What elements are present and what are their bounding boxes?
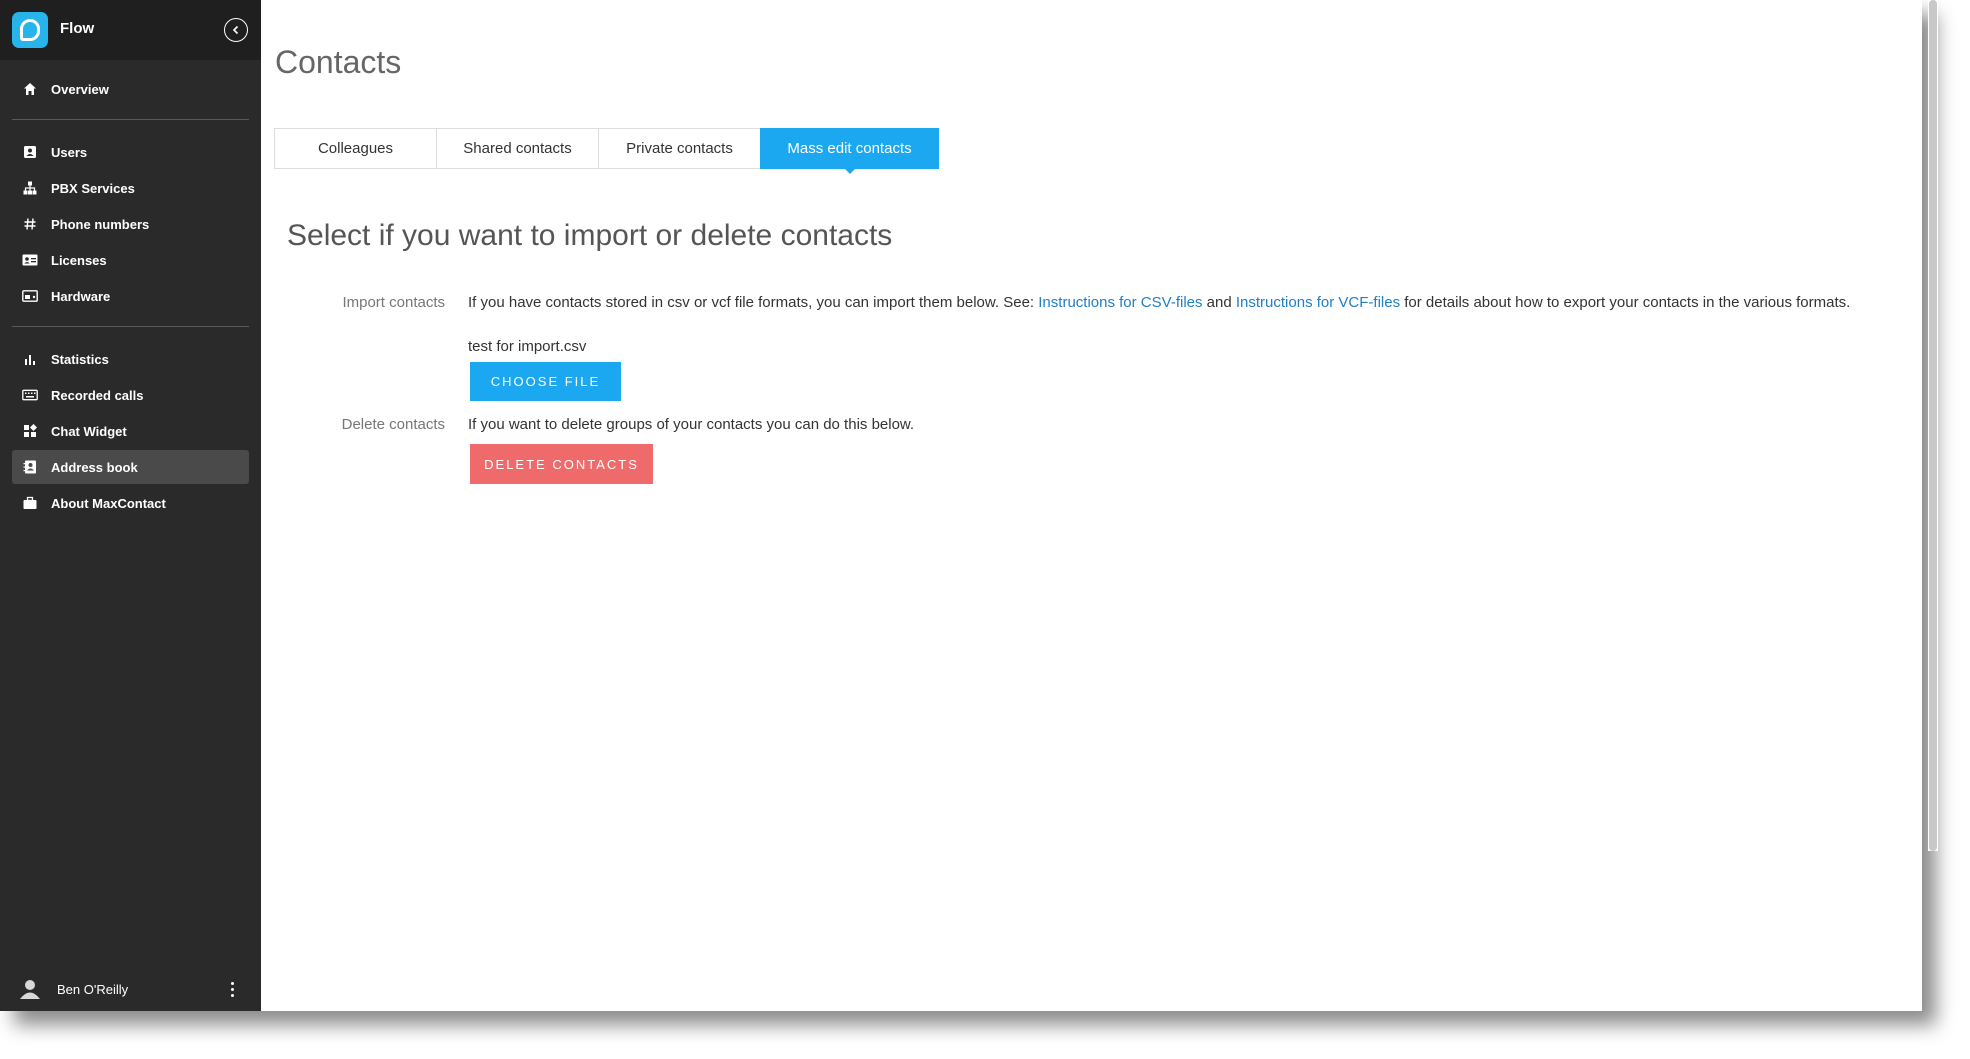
sidebar-item-label: About MaxContact bbox=[51, 495, 166, 511]
import-contacts-label: Import contacts bbox=[342, 294, 445, 311]
user-avatar-icon bbox=[19, 978, 41, 1000]
sidebar-item-label: Users bbox=[51, 144, 88, 160]
app-logo bbox=[12, 12, 48, 48]
collapse-sidebar-button[interactable] bbox=[224, 18, 248, 42]
address-book-icon bbox=[22, 459, 38, 475]
sidebar-item-label: Recorded calls bbox=[51, 387, 144, 403]
tab-mass-edit-contacts[interactable]: Mass edit contacts bbox=[760, 128, 939, 174]
user-footer: Ben O'Reilly bbox=[0, 970, 261, 1010]
selected-file-name: test for import.csv bbox=[468, 338, 587, 355]
sidebar-item-pbx-services[interactable]: PBX Services bbox=[12, 171, 249, 205]
sidebar-item-phone-numbers[interactable]: Phone numbers bbox=[12, 207, 249, 241]
sidebar-item-licenses[interactable]: Licenses bbox=[12, 243, 249, 277]
sidebar-item-label: PBX Services bbox=[51, 180, 135, 196]
briefcase-icon bbox=[22, 495, 38, 511]
id-card-icon bbox=[22, 252, 38, 268]
sidebar-item-address-book[interactable]: Address book bbox=[12, 450, 249, 484]
import-text-and: and bbox=[1202, 294, 1236, 311]
delete-description: If you want to delete groups of your con… bbox=[468, 416, 915, 433]
tab-private-contacts[interactable]: Private contacts bbox=[598, 128, 761, 169]
vcf-instructions-link[interactable]: Instructions for VCF-files bbox=[1236, 294, 1400, 311]
import-text-after: for details about how to export your con… bbox=[1400, 294, 1851, 311]
import-text-before: If you have contacts stored in csv or vc… bbox=[468, 294, 1039, 311]
import-description: If you have contacts stored in csv or vc… bbox=[468, 293, 1908, 313]
contact-card-icon bbox=[22, 144, 38, 160]
sidebar: Flow Overview Users PBX Services Phone n… bbox=[0, 0, 261, 1011]
sidebar-item-label: Phone numbers bbox=[51, 216, 150, 232]
bar-chart-icon bbox=[22, 351, 38, 367]
sidebar-item-label: Licenses bbox=[51, 252, 107, 268]
page-title: Contacts bbox=[275, 44, 402, 80]
home-icon bbox=[22, 81, 38, 97]
tab-colleagues[interactable]: Colleagues bbox=[274, 128, 437, 169]
user-name: Ben O'Reilly bbox=[57, 982, 129, 997]
hash-icon bbox=[22, 216, 38, 232]
sidebar-item-overview[interactable]: Overview bbox=[12, 72, 249, 106]
delete-contacts-label: Delete contacts bbox=[341, 416, 445, 433]
app-window: Flow Overview Users PBX Services Phone n… bbox=[0, 0, 1922, 1011]
sidebar-item-label: Statistics bbox=[51, 351, 109, 367]
sidebar-nav: Overview Users PBX Services Phone number… bbox=[12, 72, 249, 522]
sidebar-item-about[interactable]: About MaxContact bbox=[12, 486, 249, 520]
choose-file-button[interactable]: CHOOSE FILE bbox=[470, 362, 621, 401]
sidebar-item-label: Overview bbox=[51, 81, 109, 97]
csv-instructions-link[interactable]: Instructions for CSV-files bbox=[1038, 294, 1202, 311]
sidebar-item-hardware[interactable]: Hardware bbox=[12, 279, 249, 313]
main-content: Contacts Colleagues Shared contacts Priv… bbox=[261, 0, 1922, 1011]
sidebar-item-statistics[interactable]: Statistics bbox=[12, 342, 249, 376]
sidebar-item-recorded-calls[interactable]: Recorded calls bbox=[12, 378, 249, 412]
keyboard-icon bbox=[22, 387, 38, 403]
tab-shared-contacts[interactable]: Shared contacts bbox=[436, 128, 599, 169]
scrollbar-thumb[interactable] bbox=[1929, 0, 1937, 851]
hierarchy-icon bbox=[22, 180, 38, 196]
sidebar-item-chat-widget[interactable]: Chat Widget bbox=[12, 414, 249, 448]
chevron-left-icon bbox=[232, 25, 239, 35]
sidebar-item-label: Chat Widget bbox=[51, 423, 127, 439]
sidebar-item-label: Hardware bbox=[51, 288, 111, 304]
sidebar-header: Flow bbox=[0, 0, 261, 60]
tab-bar: Colleagues Shared contacts Private conta… bbox=[274, 128, 939, 174]
delete-contacts-button[interactable]: DELETE CONTACTS bbox=[470, 444, 653, 484]
hardware-icon bbox=[22, 288, 38, 304]
widgets-icon bbox=[22, 423, 38, 439]
sidebar-item-label: Address book bbox=[51, 459, 138, 475]
app-name: Flow bbox=[60, 20, 95, 37]
more-vertical-icon[interactable] bbox=[226, 978, 238, 1000]
sidebar-divider bbox=[12, 119, 249, 120]
section-title: Select if you want to import or delete c… bbox=[287, 219, 893, 252]
sidebar-item-users[interactable]: Users bbox=[12, 135, 249, 169]
sidebar-divider bbox=[12, 326, 249, 327]
